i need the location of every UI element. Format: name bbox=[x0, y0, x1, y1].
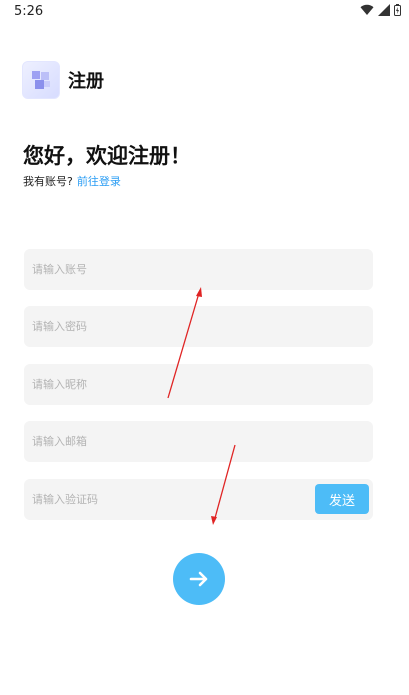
verification-code-field[interactable]: 发送 bbox=[24, 479, 373, 520]
arrow-right-icon bbox=[189, 571, 208, 587]
app-logo-icon bbox=[22, 61, 60, 99]
password-input[interactable] bbox=[32, 306, 365, 347]
account-input[interactable] bbox=[32, 249, 365, 290]
app-header: 注册 bbox=[22, 61, 104, 99]
password-field[interactable] bbox=[24, 306, 373, 347]
verification-code-input[interactable] bbox=[32, 479, 292, 520]
status-time: 5:26 bbox=[14, 4, 44, 19]
wifi-icon bbox=[360, 4, 374, 16]
nickname-input[interactable] bbox=[32, 364, 365, 405]
status-icons bbox=[360, 4, 401, 16]
login-link[interactable]: 前往登录 bbox=[77, 175, 121, 188]
battery-icon bbox=[394, 4, 401, 16]
signal-icon bbox=[378, 4, 390, 16]
login-prompt: 我有账号? 前往登录 bbox=[23, 173, 121, 189]
page-title: 注册 bbox=[68, 71, 104, 92]
status-bar: 5:26 bbox=[0, 0, 409, 24]
submit-button[interactable] bbox=[173, 553, 225, 605]
email-field[interactable] bbox=[24, 421, 373, 462]
email-input[interactable] bbox=[32, 421, 365, 462]
send-code-button[interactable]: 发送 bbox=[315, 484, 369, 514]
nickname-field[interactable] bbox=[24, 364, 373, 405]
account-field[interactable] bbox=[24, 249, 373, 290]
greeting-heading: 您好，欢迎注册！ bbox=[23, 144, 191, 168]
login-prompt-text: 我有账号? bbox=[23, 175, 73, 188]
